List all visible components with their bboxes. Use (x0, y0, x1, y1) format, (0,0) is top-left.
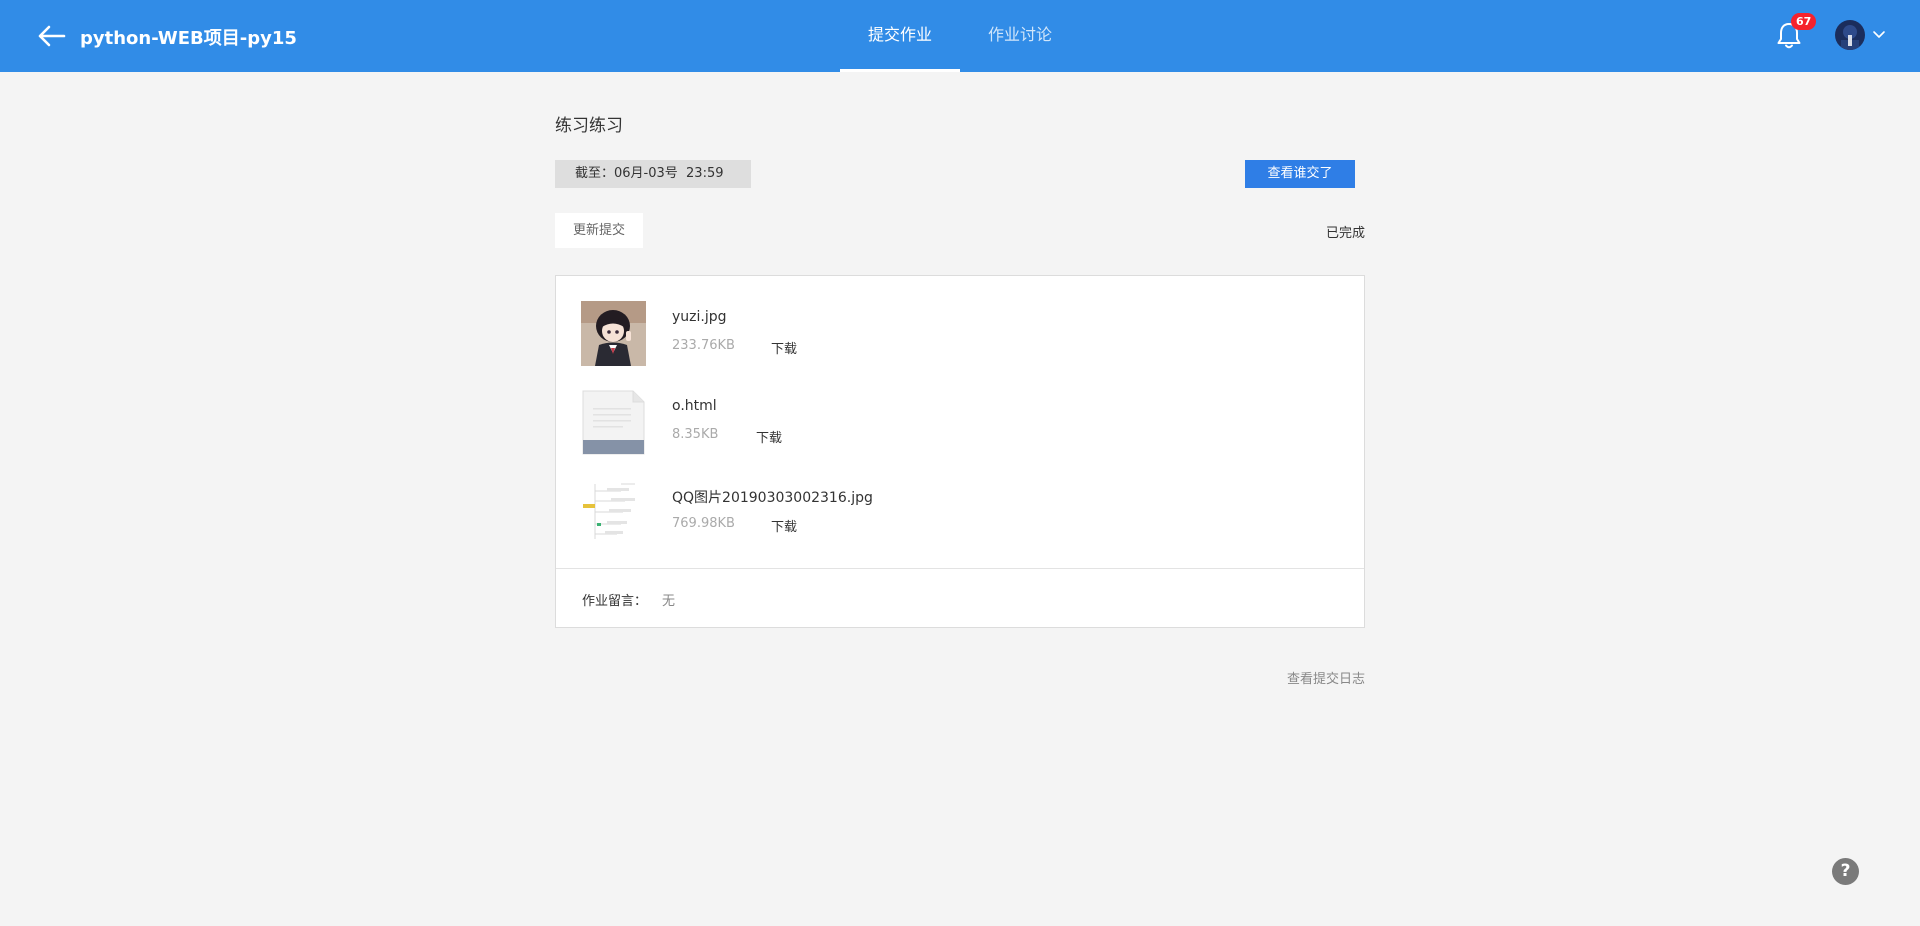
file-item: QQ图片20190303002316.jpg 769.98KB 下载 (581, 479, 881, 545)
file-item: o.html 8.35KB 下载 (581, 390, 881, 456)
file-name: yuzi.jpg (672, 309, 727, 325)
divider (556, 568, 1364, 569)
notification-count-badge: 67 (1791, 13, 1817, 30)
document-file-icon[interactable] (581, 390, 646, 455)
assignment-title: 练习练习 (555, 116, 623, 136)
tab-submit-homework[interactable]: 提交作业 (840, 0, 960, 72)
file-size: 8.35KB (672, 427, 719, 442)
deadline-label: 截至：06月-03号 23:59 (555, 160, 751, 188)
file-name: QQ图片20190303002316.jpg (672, 490, 873, 506)
view-submitters-button[interactable]: 查看谁交了 (1245, 160, 1355, 188)
download-link[interactable]: 下载 (771, 338, 797, 357)
status-badge: 已完成 (1325, 226, 1365, 241)
download-link[interactable]: 下载 (771, 516, 797, 535)
file-item: yuzi.jpg 233.76KB 下载 (581, 301, 881, 367)
update-submission-button[interactable]: 更新提交 (555, 213, 643, 248)
image-thumbnail-icon[interactable] (581, 301, 646, 366)
help-icon[interactable]: ? (1832, 858, 1859, 885)
file-size: 769.98KB (672, 516, 735, 531)
view-submission-log-link[interactable]: 查看提交日志 (1265, 668, 1365, 687)
download-link[interactable]: 下载 (756, 427, 782, 446)
file-name: o.html (672, 398, 717, 414)
remark-value: 无 (662, 594, 676, 609)
tab-homework-discussion[interactable]: 作业讨论 (960, 0, 1080, 72)
user-avatar-icon (1835, 20, 1865, 50)
course-title: python-WEB项目-py15 (80, 28, 297, 49)
submission-card: yuzi.jpg 233.76KB 下载 o.html 8.35KB 下载 QQ… (555, 275, 1365, 628)
top-bar: python-WEB项目-py15 提交作业 作业讨论 67 (0, 0, 1920, 72)
remark-label: 作业留言： (582, 594, 648, 609)
avatar[interactable] (1835, 20, 1865, 50)
chevron-down-icon[interactable] (1871, 26, 1887, 42)
file-size: 233.76KB (672, 338, 735, 353)
mindmap-thumbnail-icon[interactable] (581, 479, 646, 544)
back-arrow-icon[interactable] (34, 20, 68, 52)
